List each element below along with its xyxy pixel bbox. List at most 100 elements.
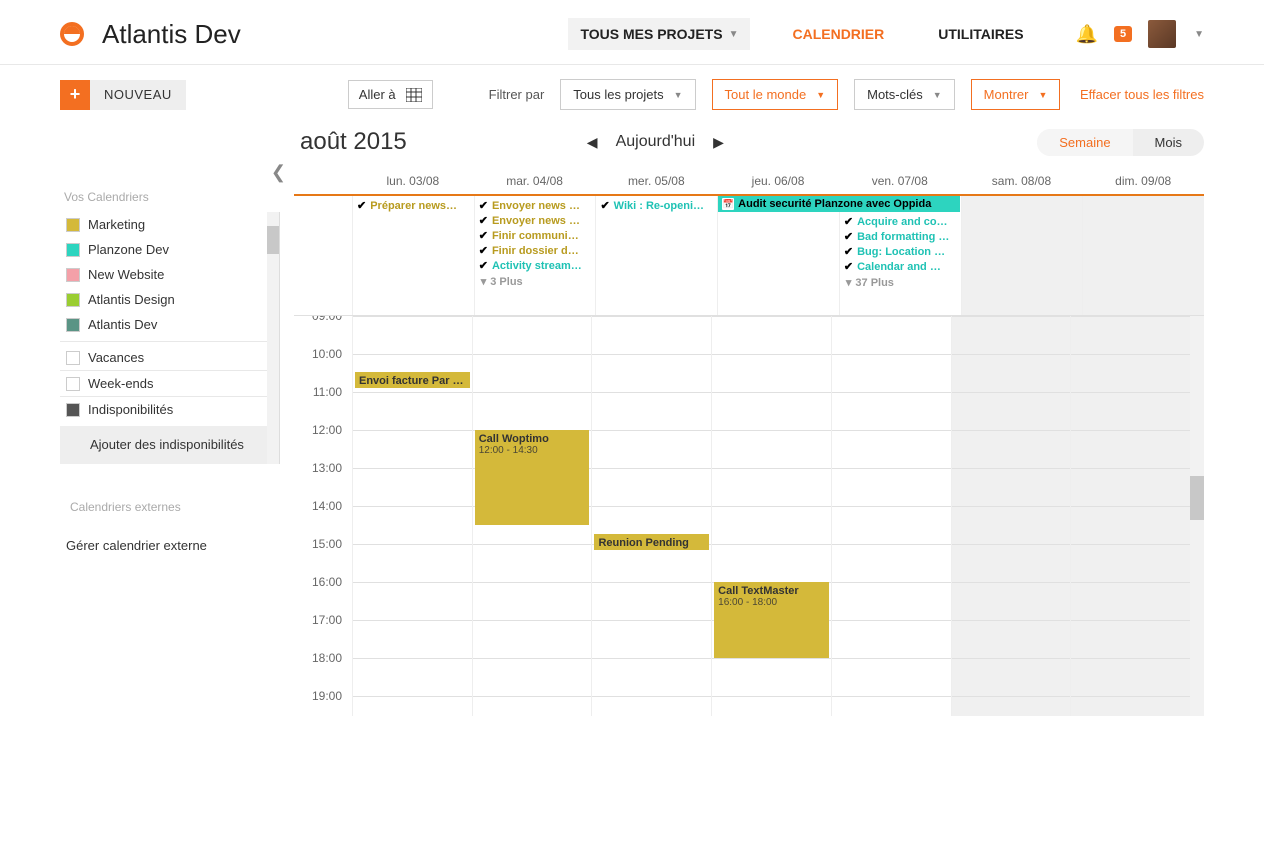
allday-tue: ✔Envoyer news …✔Envoyer news …✔Finir com…	[474, 196, 596, 315]
view-month-button[interactable]: Mois	[1133, 129, 1204, 156]
allday-sun	[1082, 196, 1204, 315]
bell-icon[interactable]: 🔔	[1076, 24, 1098, 45]
allday-sat	[961, 196, 1083, 315]
time-label: 15:00	[294, 537, 352, 575]
allday-event-audit[interactable]: 📅 Audit securité Planzone avec Oppida	[718, 196, 959, 212]
time-gutter: 09:0010:0011:0012:0013:0014:0015:0016:00…	[294, 316, 352, 716]
sidebar-item-calendar[interactable]: Planzone Dev	[60, 237, 279, 262]
main: ❮ Vos Calendriers MarketingPlanzone DevN…	[0, 168, 1264, 736]
allday-task[interactable]: ✔Envoyer news …	[477, 198, 594, 213]
allday-task[interactable]: ✔Finir communi…	[477, 228, 594, 243]
new-button[interactable]: + NOUVEAU	[60, 80, 186, 110]
task-label: Finir dossier d…	[492, 245, 579, 257]
sidebar-item-calendar[interactable]: Atlantis Dev	[60, 312, 279, 337]
sidebar-item-unavailability[interactable]: Indisponibilités	[60, 396, 279, 422]
sidebar-item-calendar[interactable]: New Website	[60, 262, 279, 287]
add-unavailability-button[interactable]: Ajouter des indisponibilités	[60, 426, 279, 464]
filter-keywords-select[interactable]: Mots-clés ▼	[854, 79, 955, 110]
allday-task[interactable]: ✔ Acquire and co…	[842, 214, 959, 229]
sidebar-item-calendar[interactable]: Marketing	[60, 212, 279, 237]
time-label: 14:00	[294, 499, 352, 537]
prev-week-button[interactable]: ◀	[587, 134, 598, 151]
col-tue[interactable]: Call Woptimo 12:00 - 14:30	[472, 316, 592, 716]
next-week-button[interactable]: ▶	[713, 134, 724, 151]
filter-projects-label: Tous les projets	[573, 87, 663, 102]
header-right: 🔔 5 ▼	[1076, 20, 1204, 48]
avatar[interactable]	[1148, 20, 1176, 48]
allday-task[interactable]: ✔Préparer news…	[355, 198, 472, 213]
check-icon: ✔	[844, 215, 853, 228]
event-label: Call TextMaster	[718, 585, 825, 597]
nav-calendar[interactable]: CALENDRIER	[780, 18, 896, 50]
plus-icon: +	[60, 80, 90, 110]
allday-task[interactable]: ✔Bug: Location …	[842, 244, 959, 259]
col-thu[interactable]: Call TextMaster 16:00 - 18:00	[711, 316, 831, 716]
calendar-icon: 📅	[722, 198, 734, 210]
allday-task[interactable]: ✔Calendar and …	[842, 259, 959, 274]
day-header: mer. 05/08	[595, 168, 717, 194]
allday-task[interactable]: ✔Envoyer news …	[477, 213, 594, 228]
allday-task[interactable]: ✔Activity stream…	[477, 258, 594, 273]
event-call-woptimo[interactable]: Call Woptimo 12:00 - 14:30	[475, 430, 590, 525]
allday-task[interactable]: ✔Bad formatting …	[842, 229, 959, 244]
allday-task[interactable]: ✔Finir dossier d…	[477, 243, 594, 258]
sidebar-scrollbar[interactable]	[267, 212, 279, 464]
swatch-icon	[66, 318, 80, 332]
today-button[interactable]: Aujourd'hui	[616, 133, 696, 151]
col-fri[interactable]	[831, 316, 951, 716]
sidebar-item-calendar[interactable]: Atlantis Design	[60, 287, 279, 312]
main-nav: TOUS MES PROJETS ▼ CALENDRIER UTILITAIRE…	[568, 18, 1035, 50]
event-call-textmaster[interactable]: Call TextMaster 16:00 - 18:00	[714, 582, 829, 658]
check-icon: ✔	[479, 214, 488, 227]
time-label: 09:00	[294, 316, 352, 347]
sidebar-item-weekends[interactable]: Week-ends	[60, 370, 279, 396]
event-envoi-facture[interactable]: Envoi facture Par …	[355, 372, 470, 388]
allday-thu: 📅 Audit securité Planzone avec Oppida	[717, 196, 839, 315]
collapse-sidebar-button[interactable]: ❮	[271, 162, 286, 183]
time-label: 11:00	[294, 385, 352, 423]
grid-scrollbar[interactable]	[1190, 316, 1204, 716]
clear-filters-link[interactable]: Effacer tous les filtres	[1080, 87, 1204, 102]
event-reunion-pending[interactable]: Reunion Pending	[594, 534, 709, 550]
event-label: Audit securité Planzone avec Oppida	[738, 198, 931, 210]
goto-date[interactable]: Aller à	[348, 80, 433, 109]
col-sun[interactable]	[1070, 316, 1190, 716]
chevron-down-icon: ▼	[1038, 90, 1047, 100]
new-button-label: NOUVEAU	[90, 80, 186, 110]
goto-label: Aller à	[359, 87, 396, 102]
col-wed[interactable]: Reunion Pending	[591, 316, 711, 716]
chevron-down-icon[interactable]: ▼	[1194, 29, 1204, 40]
filter-projects-select[interactable]: Tous les projets ▼	[560, 79, 695, 110]
allday-task[interactable]: ✔Wiki : Re-openi…	[598, 198, 715, 213]
nav-utilities[interactable]: UTILITAIRES	[926, 18, 1035, 50]
time-label: 18:00	[294, 651, 352, 689]
task-label: Acquire and co…	[857, 216, 947, 228]
time-label: 12:00	[294, 423, 352, 461]
sidebar-item-vacances[interactable]: Vacances	[60, 341, 279, 370]
sidebar-item-label: Week-ends	[88, 376, 154, 391]
nav-all-projects[interactable]: TOUS MES PROJETS ▼	[568, 18, 750, 50]
day-header: mar. 04/08	[474, 168, 596, 194]
sidebar-item-label: Marketing	[88, 217, 145, 232]
col-sat[interactable]	[951, 316, 1071, 716]
month-row: août 2015 ◀ Aujourd'hui ▶ Semaine Mois	[0, 124, 1264, 168]
swatch-icon	[66, 243, 80, 257]
filter-people-label: Tout le monde	[725, 87, 807, 102]
day-header: jeu. 06/08	[717, 168, 839, 194]
toolbar: + NOUVEAU Aller à Filtrer par Tous les p…	[0, 65, 1264, 124]
swatch-icon	[66, 293, 80, 307]
time-grid: 09:0010:0011:0012:0013:0014:0015:0016:00…	[294, 316, 1204, 716]
app-title: Atlantis Dev	[102, 19, 241, 50]
notification-badge[interactable]: 5	[1114, 26, 1132, 42]
chevron-down-icon: ▼	[933, 90, 942, 100]
filter-people-select[interactable]: Tout le monde ▼	[712, 79, 839, 110]
check-icon: ✔	[844, 230, 853, 243]
manage-external-calendar-link[interactable]: Gérer calendrier externe	[60, 530, 280, 561]
view-week-button[interactable]: Semaine	[1037, 129, 1132, 156]
col-mon[interactable]: Envoi facture Par …	[352, 316, 472, 716]
show-more-tasks[interactable]: ▾3 Plus	[477, 273, 594, 290]
show-more-tasks[interactable]: ▾37 Plus	[842, 274, 959, 291]
filter-show-select[interactable]: Montrer ▼	[971, 79, 1061, 110]
calendar-area: lun. 03/08mar. 04/08mer. 05/08jeu. 06/08…	[294, 168, 1204, 716]
allday-fri: ✔ Acquire and co…✔Bad formatting …✔Bug: L…	[839, 196, 961, 315]
